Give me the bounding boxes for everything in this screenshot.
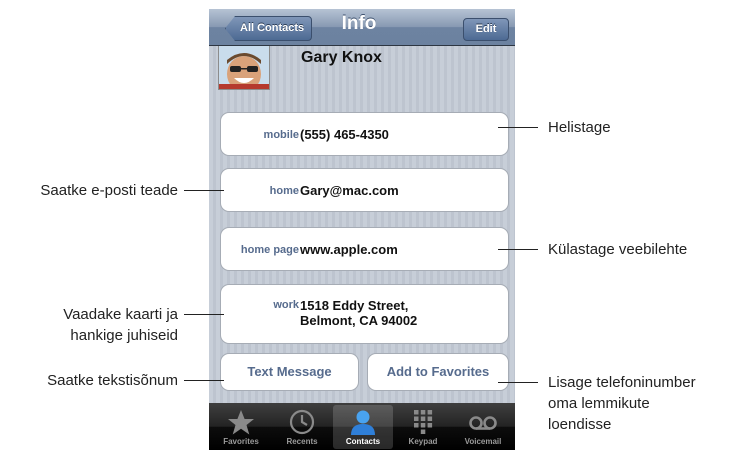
email-callout: Saatke e-posti teade [40,182,178,199]
tab-voicemail[interactable]: Voicemail [453,405,513,449]
map-leader-line [184,314,224,315]
field-value: (555) 465-4350 [300,127,389,142]
clock-icon [289,409,315,435]
favorites-callout: Lisage telefoninumber oma lemmikute loen… [548,374,696,433]
field-label: work [273,299,299,311]
home-page-field[interactable]: home page www.apple.com [220,227,509,271]
web-callout: Külastage veebilehte [548,241,688,258]
add-to-favorites-button[interactable]: Add to Favorites [367,353,509,391]
sms-leader-line [184,380,224,381]
web-leader-line [498,249,538,250]
map-callout: Vaadake kaarti ja hankige juhiseid [63,306,178,344]
tab-label: Keypad [408,437,438,446]
contact-photo[interactable] [218,45,270,90]
navigation-bar: All Contacts Info Edit [209,9,515,46]
tab-label: Favorites [223,437,259,446]
field-value: Gary@mac.com [300,183,399,198]
home-email-field[interactable]: home Gary@mac.com [220,168,509,212]
sms-callout: Saatke tekstisõnum [47,372,178,389]
field-label: mobile [263,129,299,141]
tab-label: Voicemail [464,437,502,446]
text-message-button[interactable]: Text Message [220,353,359,391]
keypad-icon [414,410,433,434]
mobile-phone-field[interactable]: mobile (555) 465-4350 [220,112,509,156]
field-label: home [269,185,299,197]
work-address-field[interactable]: work 1518 Eddy Street, Belmont, CA 94002 [220,284,509,344]
email-leader-line [184,190,224,191]
call-leader-line [498,127,538,128]
edit-button[interactable]: Edit [463,18,509,41]
page-title: Info [341,13,377,34]
favorites-leader-line [498,382,538,383]
person-icon [351,410,375,435]
person-photo-icon [219,46,269,89]
voicemail-icon [469,416,497,430]
call-callout: Helistage [548,119,611,136]
tab-label: Contacts [345,437,381,446]
tab-keypad[interactable]: Keypad [393,405,453,449]
contact-name: Gary Knox [301,49,382,66]
star-icon [228,410,254,435]
tab-contacts[interactable]: Contacts [333,405,393,449]
field-value: 1518 Eddy Street, Belmont, CA 94002 [300,298,418,328]
field-label: home page [240,244,299,256]
tab-bar: Favorites Recents Contacts Keypad Voicem… [209,403,515,450]
phone-screen: All Contacts Info Edit Gary Knox mobile … [209,9,515,450]
field-value: www.apple.com [300,242,398,257]
tab-recents[interactable]: Recents [272,405,332,449]
tab-label: Recents [286,437,318,446]
tab-favorites[interactable]: Favorites [211,405,271,449]
all-contacts-back-button[interactable]: All Contacts [225,16,313,41]
